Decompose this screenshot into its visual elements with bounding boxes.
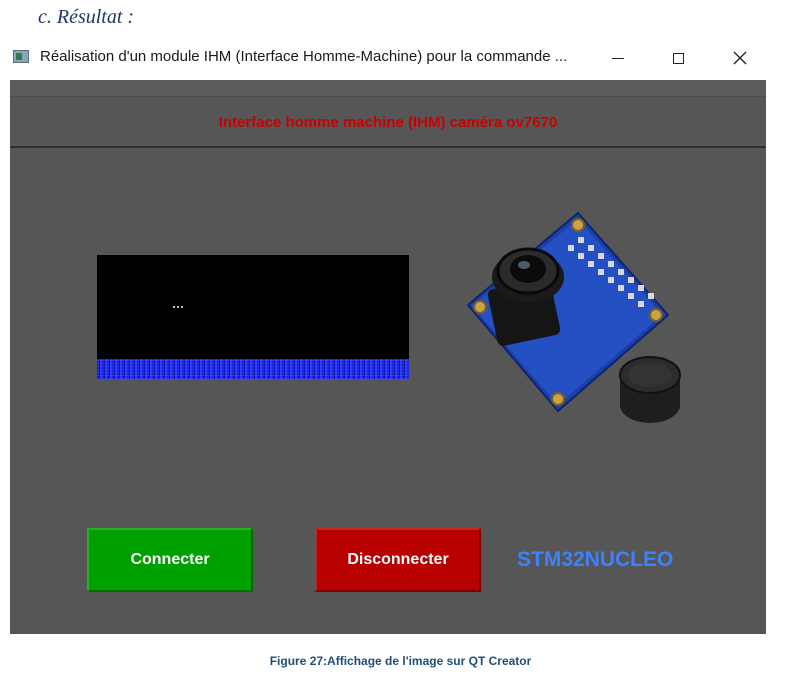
header-divider	[10, 146, 766, 148]
app-window: Réalisation d'un module IHM (Interface H…	[10, 38, 766, 634]
menu-strip	[10, 80, 766, 97]
client-area: Interface homme machine (IHM) caméra ov7…	[10, 80, 766, 634]
camera-module-image	[466, 211, 681, 423]
figure-caption: Figure 27:Affichage de l'image sur QT Cr…	[269, 654, 532, 668]
minimize-icon	[612, 57, 624, 59]
header-label: Interface homme machine (IHM) caméra ov7…	[218, 114, 558, 131]
disconnect-button[interactable]: Disconnecter	[315, 528, 481, 592]
minimize-button[interactable]	[598, 44, 638, 72]
close-button[interactable]	[720, 44, 760, 72]
section-heading: c. Résultat :	[38, 6, 135, 28]
camera-image-view	[97, 255, 409, 379]
window-title: Réalisation d'un module IHM (Interface H…	[40, 48, 568, 65]
board-label: STM32NUCLEO	[517, 548, 674, 571]
image-artifact	[173, 306, 183, 308]
app-icon	[13, 50, 29, 63]
maximize-button[interactable]	[658, 44, 698, 72]
image-noise-band	[97, 359, 409, 379]
maximize-icon	[672, 52, 684, 64]
close-icon	[733, 51, 747, 65]
connect-button[interactable]: Connecter	[87, 528, 253, 592]
title-bar: Réalisation d'un module IHM (Interface H…	[10, 38, 766, 80]
